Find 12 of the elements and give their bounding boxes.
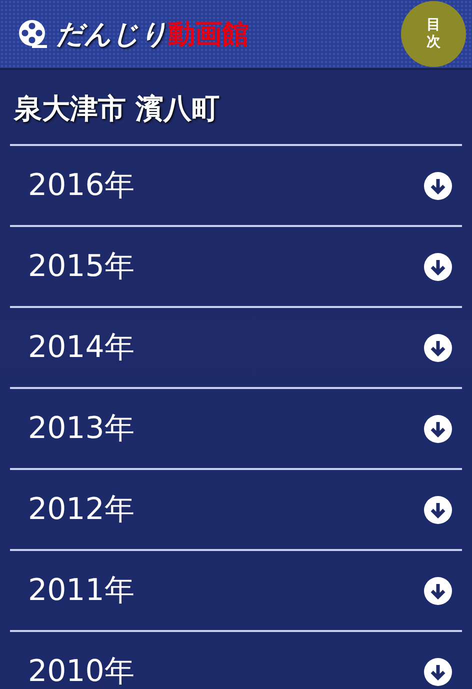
contents-button[interactable]: 目次 [401, 1, 466, 67]
app-title: だんじり [56, 18, 168, 52]
year-row[interactable]: 2016年 [10, 144, 462, 225]
year-row[interactable]: 2015年 [10, 225, 462, 306]
year-row[interactable]: 2011年 [10, 549, 462, 630]
film-reel-icon [18, 19, 48, 49]
year-row[interactable]: 2012年 [10, 468, 462, 549]
year-row[interactable]: 2013年 [10, 387, 462, 468]
year-row[interactable]: 2010年 [10, 630, 462, 689]
app-title-accent: 動画館 [168, 18, 249, 52]
page-title: 泉大津市 濱八町 [12, 91, 221, 127]
year-row[interactable]: 2014年 [10, 306, 462, 387]
